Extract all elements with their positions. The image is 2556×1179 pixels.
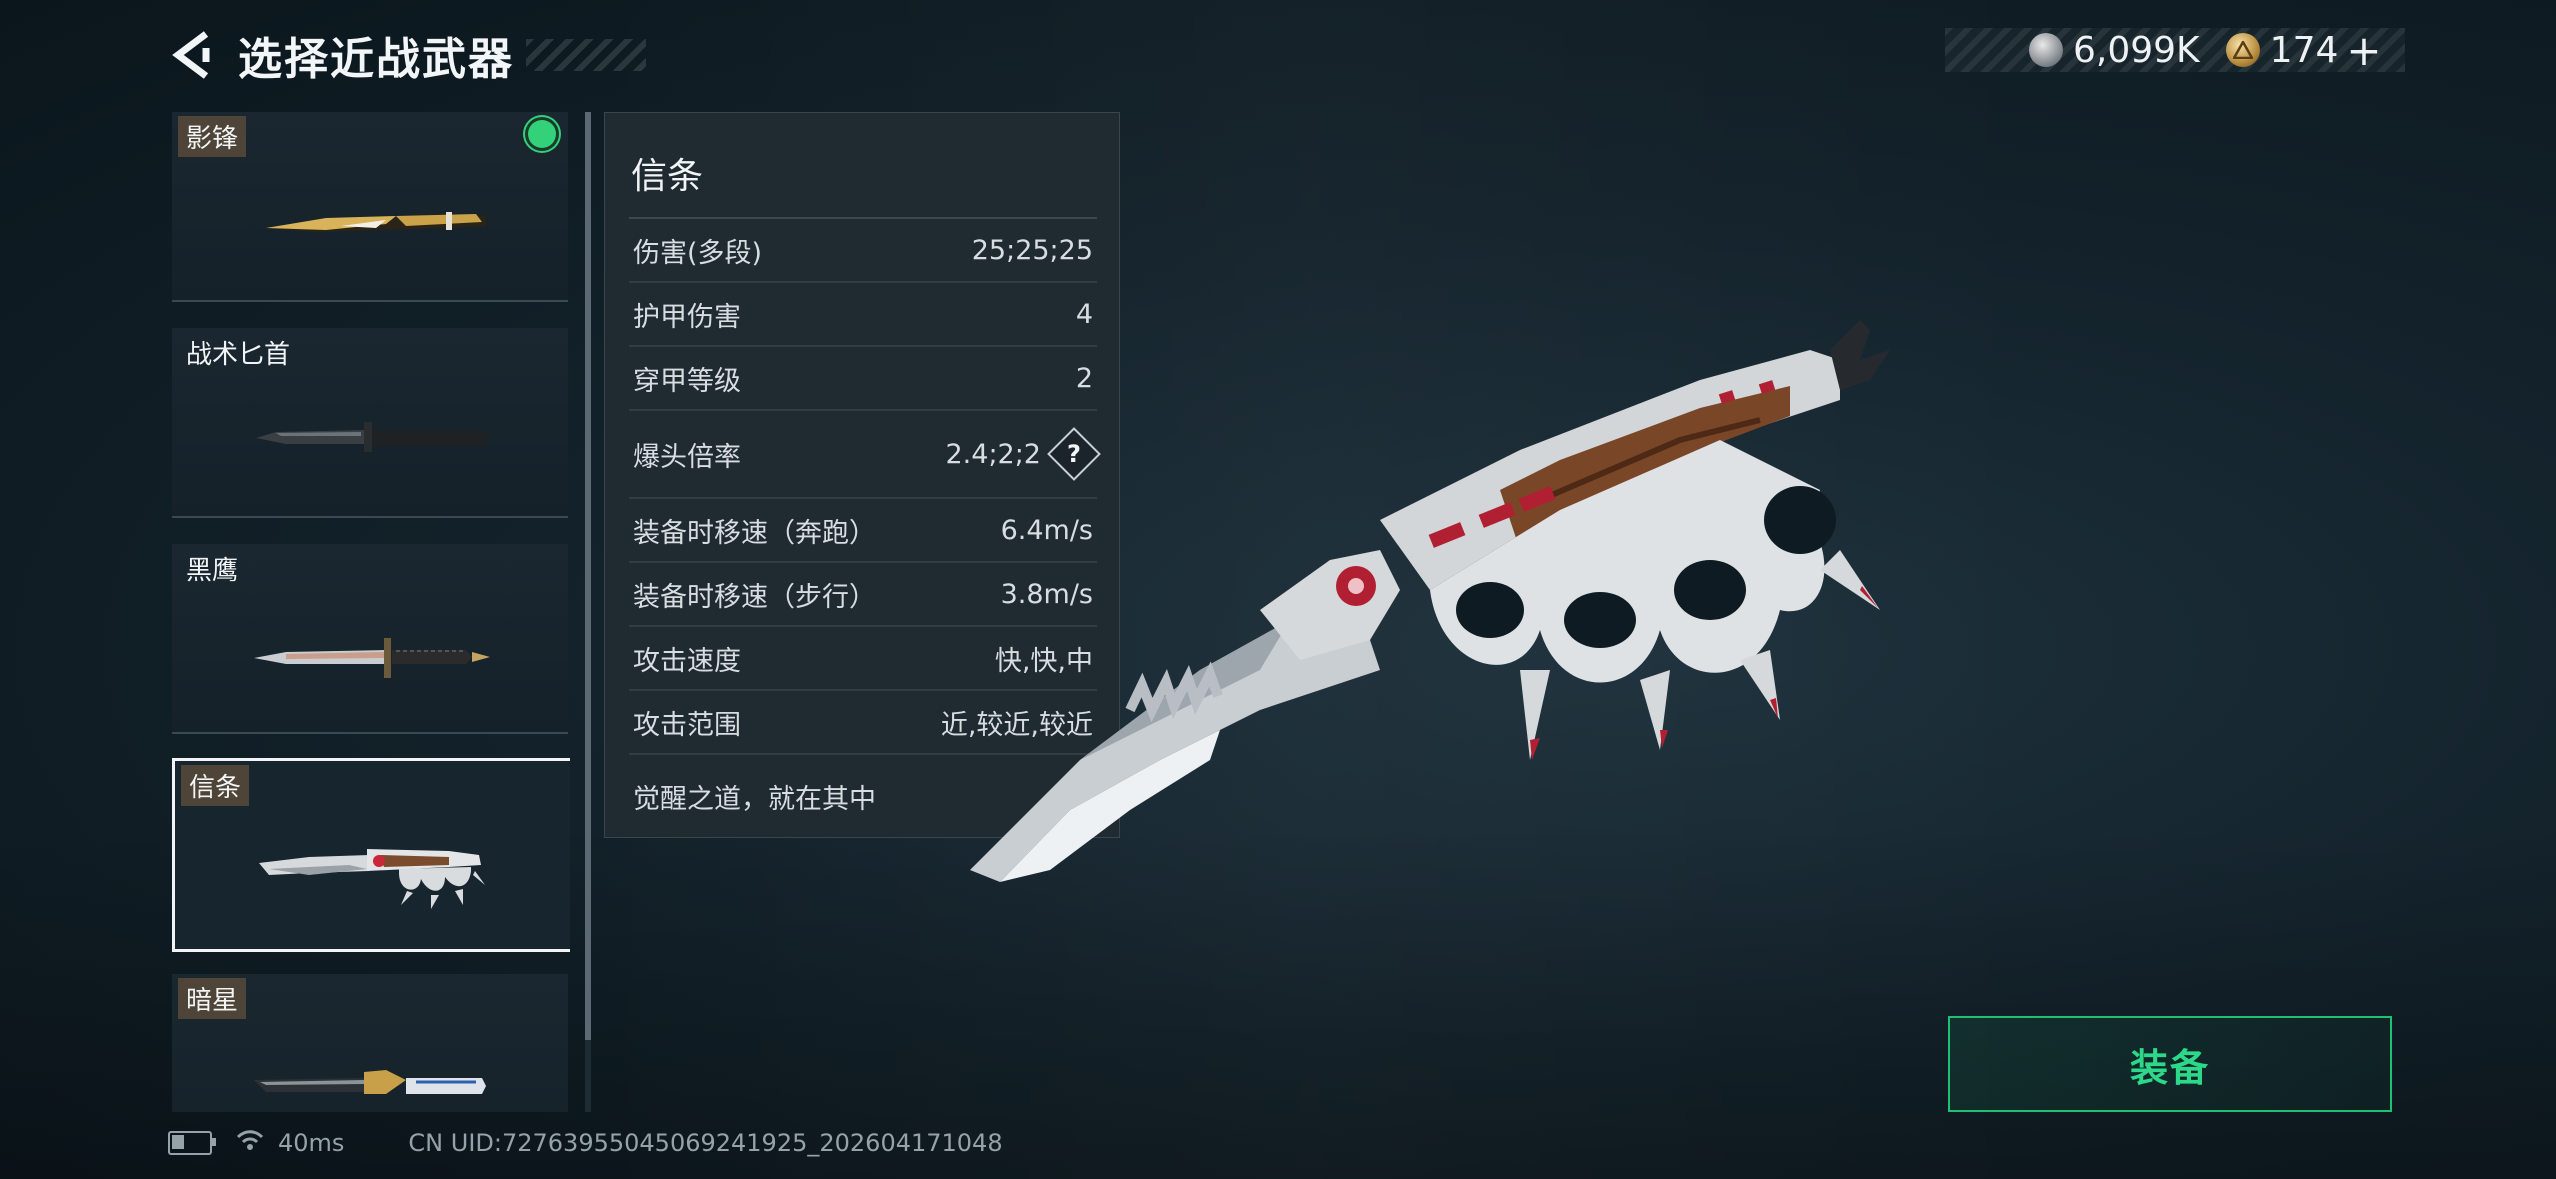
- weapon-card-tactical-dagger[interactable]: 战术匕首: [172, 328, 568, 518]
- status-footer: 40ms CN UID:7276395504506924​1925_202604…: [168, 1128, 1003, 1158]
- equipped-indicator-icon: [528, 120, 556, 148]
- weapon-card-name: 暗星: [178, 978, 247, 1019]
- weapon-card-name: 信条: [181, 765, 250, 806]
- weapon-card-name: 黑鹰: [186, 556, 239, 586]
- silver-coin-icon: [2029, 33, 2063, 67]
- page-title: 选择近战武器: [238, 34, 514, 85]
- stat-label: 装备时移速（步行）: [633, 581, 876, 613]
- weapon-thumbnail-xintiao: [259, 849, 485, 909]
- stat-label: 爆头倍率: [633, 441, 741, 473]
- weapon-card-yingfeng[interactable]: 影锋: [172, 112, 568, 302]
- stat-row: 伤害(多段) 25;25;25: [629, 219, 1097, 283]
- battery-icon: [168, 1131, 216, 1155]
- weapon-details-title: 信条: [631, 156, 704, 197]
- back-arrow-icon[interactable]: [168, 27, 216, 83]
- user-uid: CN UID:7276395504506924​1925_20260417104…: [408, 1129, 1003, 1157]
- weapon-list-scrollbar[interactable]: [585, 112, 591, 1040]
- stat-label: 穿甲等级: [633, 365, 741, 397]
- title-decoration: [526, 39, 646, 71]
- stat-label: 攻击速度: [633, 645, 741, 677]
- stat-label: 护甲伤害: [633, 301, 741, 333]
- weapon-thumbnail-yingfeng: [264, 212, 486, 232]
- weapon-card-xintiao[interactable]: 信条: [172, 758, 570, 952]
- weapon-description: 觉醒之道，就在其中: [633, 784, 876, 815]
- stat-label: 伤害(多段): [633, 237, 763, 269]
- network-ping: 40ms: [278, 1129, 345, 1157]
- weapon-thumbnail-anxing: [254, 1070, 486, 1094]
- weapon-card-heiying[interactable]: 黑鹰: [172, 544, 568, 734]
- currency-silver: 6,099K: [1945, 30, 2200, 71]
- weapon-card-anxing[interactable]: 暗星: [172, 974, 568, 1112]
- weapon-preview-image[interactable]: [960, 290, 2000, 910]
- page-header: 选择近战武器: [168, 22, 646, 88]
- stat-value: 25;25;25: [971, 234, 1093, 266]
- weapon-thumbnail-tactical-dagger: [256, 422, 490, 452]
- weapon-list: 影锋 战术匕首 黑鹰 信条 暗星: [170, 112, 570, 1112]
- currency-bar: 6,099K 174 +: [1945, 26, 2405, 75]
- gold-amount: 174: [2269, 29, 2339, 71]
- weapon-thumbnail-heiying: [254, 638, 490, 678]
- weapon-card-name: 影锋: [178, 116, 247, 157]
- add-currency-button[interactable]: +: [2346, 26, 2381, 75]
- silver-amount: 6,099K: [2073, 29, 2200, 71]
- stat-label: 攻击范围: [633, 709, 741, 741]
- gold-coin-icon: [2225, 33, 2260, 67]
- wifi-icon: [236, 1128, 264, 1158]
- equip-button[interactable]: 装备: [1948, 1016, 2392, 1112]
- equip-button-label: 装备: [2129, 1045, 2210, 1090]
- currency-gold: 174 +: [2200, 26, 2382, 75]
- stat-label: 装备时移速（奔跑）: [633, 517, 876, 549]
- weapon-card-name: 战术匕首: [186, 340, 291, 370]
